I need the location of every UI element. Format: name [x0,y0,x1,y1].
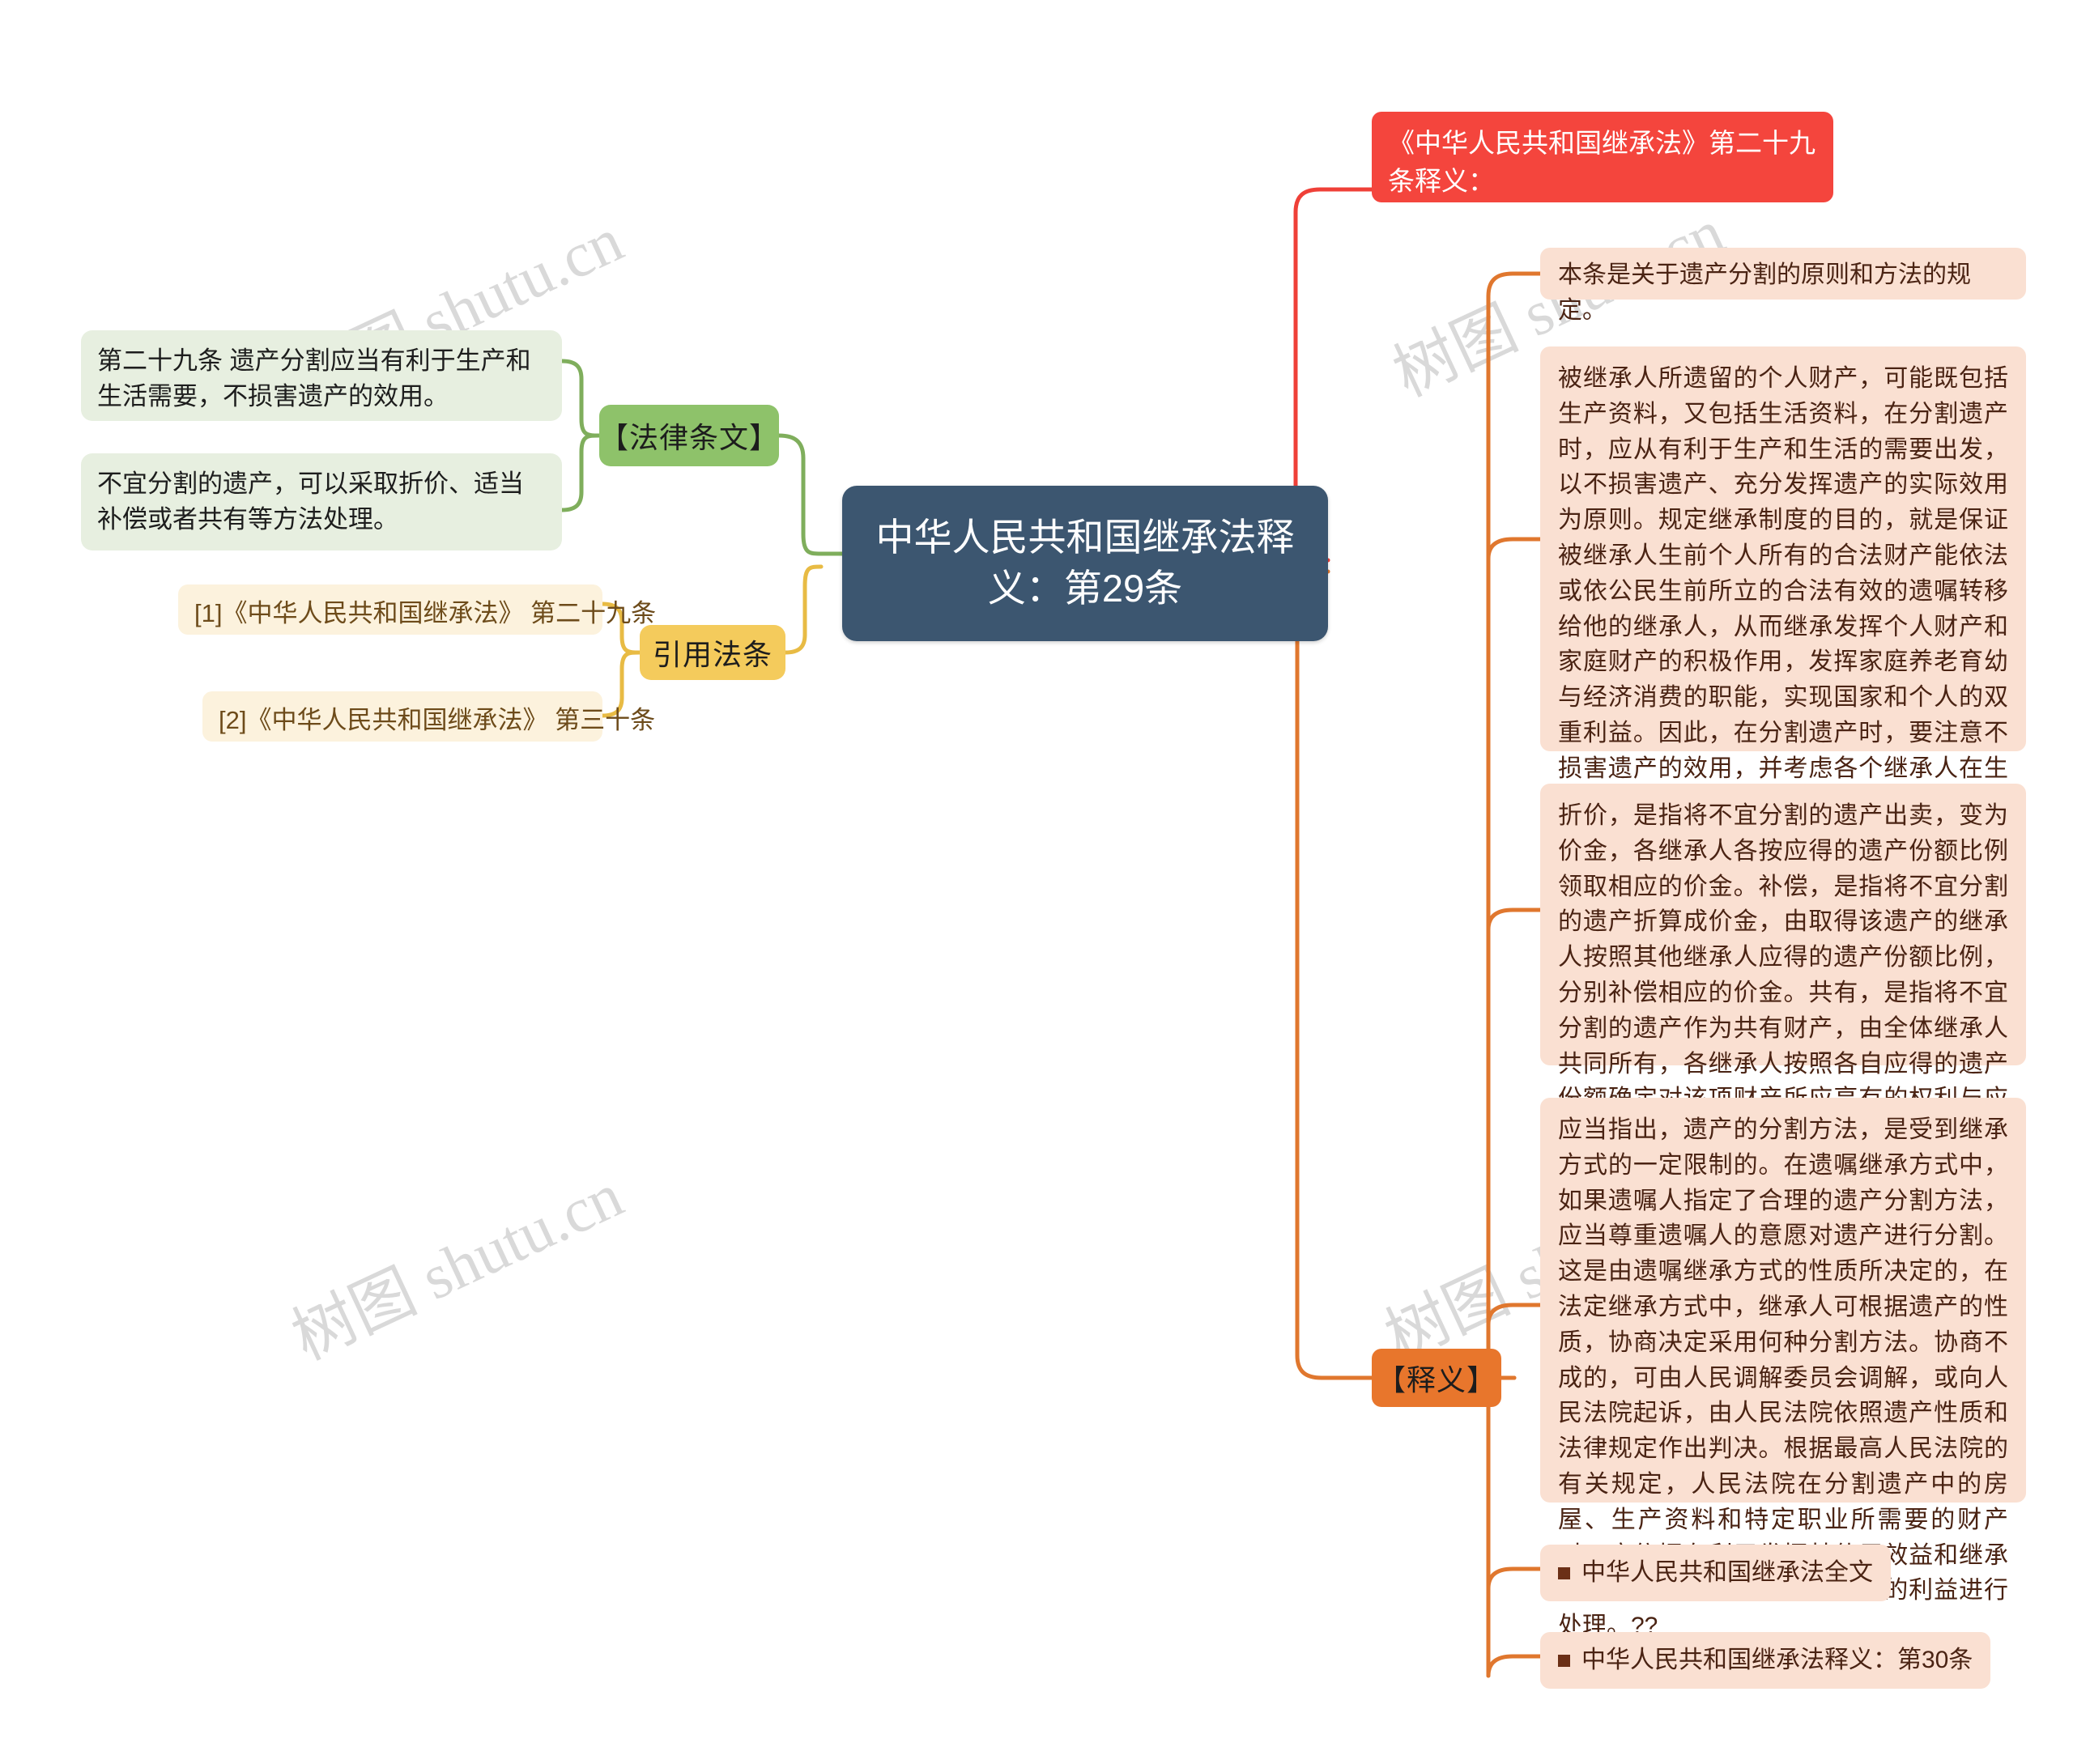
root-node[interactable]: 中华人民共和国继承法释义：第29条 [842,486,1328,641]
watermark: 树图 shutu.cn [282,1159,633,1374]
leaf-cited-article-1[interactable]: [1]《中华人民共和国继承法》 第二十九条 [178,584,656,635]
branch-label-legal-text[interactable]: 【法律条文】 [599,405,779,466]
link-label: 中华人民共和国继承法释义：第30条 [1581,1647,1973,1673]
leaf-interpretation-link-2[interactable]: 中华人民共和国继承法释义：第30条 [1540,1632,1991,1689]
red-note-node[interactable]: 《中华人民共和国继承法》第二十九条释义： [1372,112,1833,202]
mindmap-canvas: 树图 shutu.cn 树图 shutu.cn 树图 shutu.cn 树图 s… [0,0,2073,1764]
square-bullet-icon [1558,1654,1570,1667]
leaf-legal-text-1[interactable]: 第二十九条 遗产分割应当有利于生产和生活需要，不损害遗产的效用。 [81,330,562,421]
leaf-legal-text-2[interactable]: 不宜分割的遗产，可以采取折价、适当补偿或者共有等方法处理。 [81,453,562,550]
leaf-interpretation-link-1[interactable]: 中华人民共和国继承法全文 [1540,1545,1891,1601]
leaf-interpretation-3[interactable]: 折价，是指将不宜分割的遗产出卖，变为价金，各继承人各按应得的遗产份额比例领取相应… [1540,784,2026,1148]
leaf-interpretation-2[interactable]: 被继承人所遗留的个人财产，可能既包括生产资料，又包括生活资料，在分割遗产时，应从… [1540,346,2026,888]
link-label: 中华人民共和国继承法全文 [1581,1559,1873,1586]
branch-label-cited-articles[interactable]: 引用法条 [640,625,785,680]
leaf-interpretation-4[interactable]: 应当指出，遗产的分割方法，是受到继承方式的一定限制的。在遗嘱继承方式中，如果遗嘱… [1540,1098,2026,1639]
leaf-interpretation-1[interactable]: 本条是关于遗产分割的原则和方法的规定。 [1540,248,2026,324]
leaf-cited-article-2[interactable]: [2]《中华人民共和国继承法》 第三十条 [202,691,655,742]
branch-label-interpretation[interactable]: 【释义】 [1372,1349,1501,1407]
square-bullet-icon [1558,1566,1570,1579]
